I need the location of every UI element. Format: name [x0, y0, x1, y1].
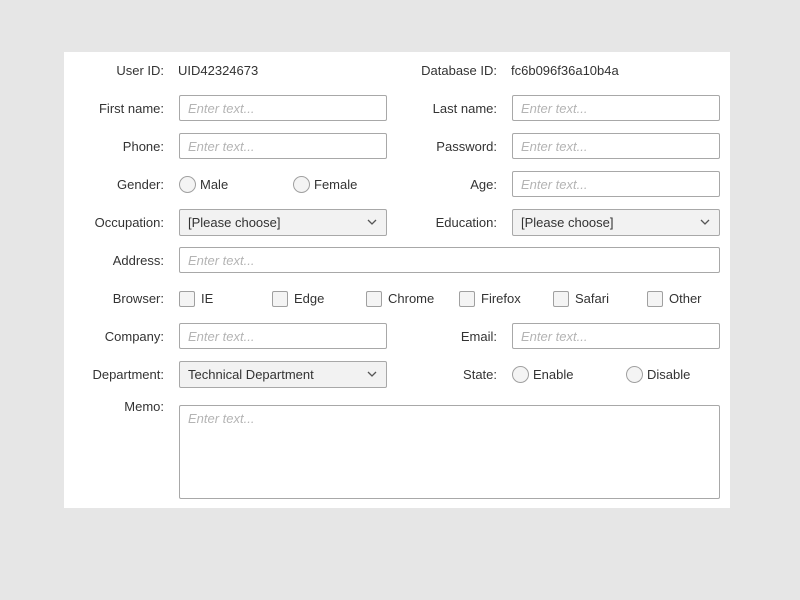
department-label: Department:	[92, 367, 164, 382]
browser-option-chrome[interactable]: Chrome	[366, 290, 434, 308]
first-name-input[interactable]	[179, 95, 387, 121]
memo-label: Memo:	[124, 399, 164, 414]
occupation-select[interactable]: [Please choose]	[179, 209, 387, 236]
password-input[interactable]	[512, 133, 720, 159]
checkbox-unchecked-icon[interactable]	[459, 291, 475, 307]
company-input[interactable]	[179, 323, 387, 349]
browser-option-firefox[interactable]: Firefox	[459, 290, 521, 308]
user-id-value: UID42324673	[178, 63, 259, 78]
last-name-label: Last name:	[432, 101, 497, 116]
department-selected-value: Technical Department	[188, 367, 314, 382]
occupation-selected-value: [Please choose]	[188, 215, 281, 230]
phone-label: Phone:	[122, 139, 164, 154]
browser-option-label: Chrome	[388, 291, 435, 306]
state-option-label: Enable	[533, 367, 574, 382]
state-label: State:	[463, 367, 497, 382]
gender-option-label: Female	[314, 177, 358, 192]
gender-option-male[interactable]: Male	[179, 176, 228, 194]
browser-option-label: Edge	[294, 291, 325, 306]
radio-unchecked-icon[interactable]	[512, 366, 529, 383]
education-label: Education:	[435, 215, 497, 230]
state-option-enable[interactable]: Enable	[512, 366, 573, 384]
checkbox-unchecked-icon[interactable]	[366, 291, 382, 307]
last-name-input[interactable]	[512, 95, 720, 121]
user-id-label: User ID:	[116, 63, 164, 78]
state-option-disable[interactable]: Disable	[626, 366, 690, 384]
state-option-label: Disable	[647, 367, 691, 382]
gender-option-female[interactable]: Female	[293, 176, 357, 194]
email-label: Email:	[460, 329, 497, 344]
phone-input[interactable]	[179, 133, 387, 159]
gender-label: Gender:	[117, 177, 164, 192]
browser-option-other[interactable]: Other	[647, 290, 702, 308]
occupation-label: Occupation:	[94, 215, 164, 230]
browser-option-ie[interactable]: IE	[179, 290, 213, 308]
memo-textarea[interactable]	[179, 405, 720, 499]
browser-option-safari[interactable]: Safari	[553, 290, 609, 308]
password-label: Password:	[436, 139, 497, 154]
department-select[interactable]: Technical Department	[179, 361, 387, 388]
browser-option-label: Firefox	[481, 291, 521, 306]
education-select[interactable]: [Please choose]	[512, 209, 720, 236]
browser-option-label: IE	[201, 291, 214, 306]
radio-unchecked-icon[interactable]	[626, 366, 643, 383]
company-label: Company:	[104, 329, 164, 344]
user-form-panel: User ID: UID42324673 Database ID: fc6b09…	[64, 52, 730, 508]
checkbox-unchecked-icon[interactable]	[553, 291, 569, 307]
browser-option-edge[interactable]: Edge	[272, 290, 324, 308]
database-id-value: fc6b096f36a10b4a	[511, 63, 619, 78]
education-selected-value: [Please choose]	[521, 215, 614, 230]
browser-option-label: Other	[669, 291, 702, 306]
checkbox-unchecked-icon[interactable]	[179, 291, 195, 307]
address-input[interactable]	[179, 247, 720, 273]
age-input[interactable]	[512, 171, 720, 197]
radio-unchecked-icon[interactable]	[293, 176, 310, 193]
email-input[interactable]	[512, 323, 720, 349]
checkbox-unchecked-icon[interactable]	[272, 291, 288, 307]
address-label: Address:	[112, 253, 164, 268]
database-id-label: Database ID:	[421, 63, 497, 78]
age-label: Age:	[470, 177, 497, 192]
gender-option-label: Male	[200, 177, 229, 192]
browser-label: Browser:	[112, 291, 164, 306]
chevron-down-icon	[700, 219, 710, 225]
checkbox-unchecked-icon[interactable]	[647, 291, 663, 307]
browser-option-label: Safari	[575, 291, 609, 306]
first-name-label: First name:	[98, 101, 164, 116]
radio-unchecked-icon[interactable]	[179, 176, 196, 193]
